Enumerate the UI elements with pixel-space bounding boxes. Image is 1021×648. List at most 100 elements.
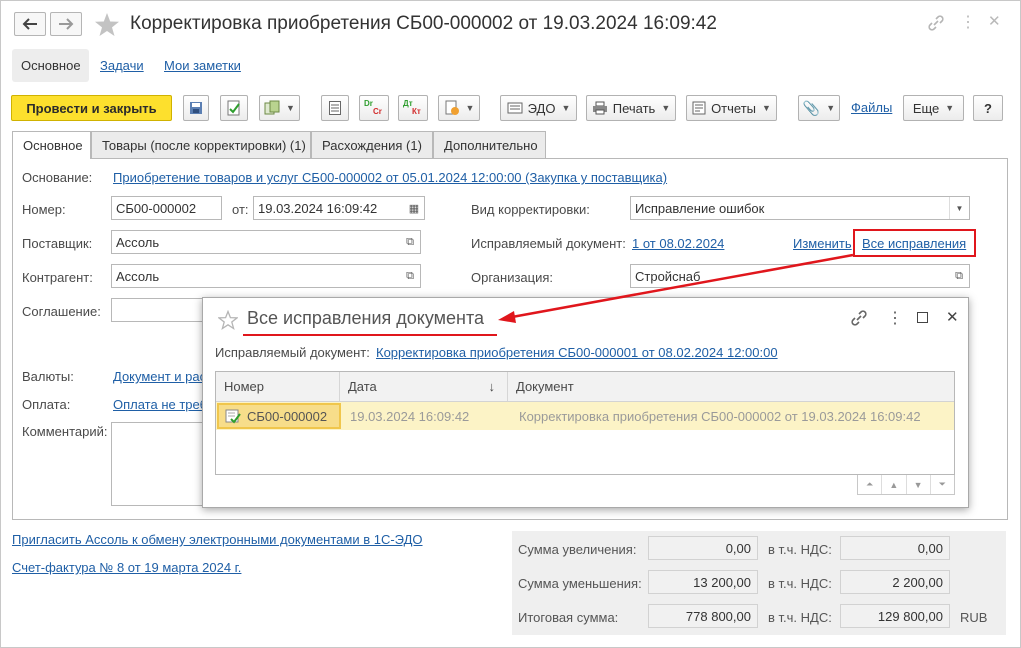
organization-value: Стройснаб (635, 268, 701, 284)
print-label: Печать (612, 100, 656, 116)
currency-label: Валюты: (22, 369, 74, 384)
structure-button[interactable]: ▼ (438, 95, 480, 121)
more-vertical-icon[interactable]: ⋮ (960, 12, 976, 32)
paperclip-icon: 📎 (802, 99, 821, 116)
scroll-up-icon[interactable]: ▲ (882, 475, 907, 494)
contractor-label: Контрагент: (22, 270, 93, 285)
currency-link[interactable]: Документ и рас (113, 369, 206, 384)
maximize-icon[interactable] (917, 312, 928, 323)
report-icon (692, 101, 706, 115)
contractor-field[interactable]: Ассоль ⧉ (111, 264, 421, 288)
scroll-bottom-icon[interactable]: ⏷ (931, 475, 954, 494)
forward-button[interactable] (50, 12, 82, 36)
column-date[interactable]: Дата ↓ (340, 372, 508, 401)
supplier-value: Ассоль (116, 234, 160, 250)
payment-link[interactable]: Оплата не треб (113, 397, 207, 412)
number-label: Номер: (22, 202, 66, 217)
scroll-down-icon[interactable]: ▼ (907, 475, 931, 494)
post-button[interactable] (220, 95, 248, 121)
comment-field[interactable] (111, 422, 211, 506)
invite-edo-link[interactable]: Пригласить Ассоль к обмену электронными … (12, 532, 423, 547)
tab-goods[interactable]: Товары (после корректировки) (1) (91, 131, 311, 158)
total-label: Итоговая сумма: (518, 610, 619, 625)
organization-field[interactable]: Стройснаб ⧉ (630, 264, 970, 288)
posted-document-icon (225, 409, 241, 424)
correction-type-select[interactable]: Исправление ошибок ▼ (630, 196, 970, 220)
printer-icon (592, 101, 607, 115)
favorite-star-icon[interactable] (94, 12, 120, 38)
corrections-table: Номер Дата ↓ Документ СБ00-000002 19.03.… (215, 371, 955, 475)
journal-button[interactable] (321, 95, 349, 121)
create-based-on-button[interactable]: ▼ (259, 95, 300, 121)
chevron-down-icon[interactable]: ▼ (949, 197, 969, 219)
edo-button[interactable]: ЭДО ▼ (500, 95, 577, 121)
agreement-label: Соглашение: (22, 304, 101, 319)
comment-label: Комментарий: (22, 424, 108, 439)
dr-glyph: Dr (364, 99, 373, 108)
correction-type-value: Исправление ошибок (635, 200, 765, 216)
reports-button[interactable]: Отчеты ▼ (686, 95, 777, 121)
change-link[interactable]: Изменить (793, 236, 852, 251)
section-notes[interactable]: Мои заметки (164, 58, 241, 73)
arrow-left-icon (22, 18, 37, 30)
document-structure-icon (445, 100, 459, 115)
invoice-link[interactable]: Счет-фактура № 8 от 19 марта 2024 г. (12, 560, 241, 575)
supplier-field[interactable]: Ассоль ⧉ (111, 230, 421, 254)
chevron-down-icon: ▼ (561, 103, 571, 113)
tab-additional[interactable]: Дополнительно (433, 131, 546, 158)
popup-doc-label: Исправляемый документ: (215, 345, 370, 360)
increase-vat-label: в т.ч. НДС: (768, 542, 832, 557)
tab-discrepancies[interactable]: Расхождения (1) (311, 131, 433, 158)
attach-button[interactable]: 📎 ▼ (798, 95, 840, 121)
agreement-field[interactable] (111, 298, 211, 322)
close-icon[interactable]: ✕ (946, 308, 959, 326)
print-button[interactable]: Печать ▼ (586, 95, 676, 121)
post-and-close-button[interactable]: Провести и закрыть (11, 95, 172, 121)
basis-label: Основание: (22, 170, 93, 185)
link-icon[interactable] (927, 14, 945, 32)
save-button[interactable] (183, 95, 209, 121)
total-vat-value: 129 800,00 (840, 604, 950, 628)
currency-code: RUB (960, 610, 988, 625)
section-tasks[interactable]: Задачи (100, 58, 144, 73)
row-number-cell[interactable]: СБ00-000002 (217, 403, 341, 429)
edo-icon (507, 102, 523, 114)
all-corrections-link[interactable]: Все исправления (862, 236, 966, 251)
open-icon[interactable]: ⧉ (949, 265, 969, 287)
open-icon[interactable]: ⧉ (400, 231, 420, 253)
total-value: 778 800,00 (648, 604, 758, 628)
table-row[interactable]: СБ00-000002 19.03.2024 16:09:42 Корректи… (216, 402, 954, 430)
close-icon[interactable]: ✕ (988, 12, 1001, 30)
column-number[interactable]: Номер (216, 372, 340, 401)
dt-kt-button[interactable]: Дт Кт (398, 95, 428, 121)
corrected-doc-link[interactable]: 1 от 08.02.2024 (632, 236, 724, 251)
increase-label: Сумма увеличения: (518, 542, 637, 557)
basis-link[interactable]: Приобретение товаров и услуг СБ00-000002… (113, 170, 667, 185)
decrease-label: Сумма уменьшения: (518, 576, 642, 591)
favorite-star-icon[interactable] (218, 310, 238, 330)
post-document-icon (227, 100, 240, 116)
more-vertical-icon[interactable]: ⋮ (887, 308, 903, 328)
more-button[interactable]: Еще ▼ (903, 95, 964, 121)
number-field[interactable]: СБ00-000002 (111, 196, 222, 220)
calendar-icon[interactable]: ▦ (404, 197, 424, 219)
date-field[interactable]: 19.03.2024 16:09:42 ▦ (253, 196, 425, 220)
more-label: Еще (912, 100, 940, 116)
column-document[interactable]: Документ (508, 379, 954, 394)
edo-label: ЭДО (527, 100, 556, 116)
chevron-down-icon: ▼ (762, 103, 771, 113)
dr-cr-button[interactable]: Dr Cr (359, 95, 389, 121)
link-icon[interactable] (850, 309, 868, 327)
popup-doc-link[interactable]: Корректировка приобретения СБ00-000001 о… (376, 345, 778, 360)
section-main[interactable]: Основное (21, 58, 81, 73)
open-icon[interactable]: ⧉ (400, 265, 420, 287)
total-vat-label: в т.ч. НДС: (768, 610, 832, 625)
help-button[interactable]: ? (973, 95, 1003, 121)
list-icon (329, 101, 341, 115)
tab-main[interactable]: Основное (12, 131, 91, 159)
files-link[interactable]: Файлы (851, 100, 892, 115)
back-button[interactable] (14, 12, 46, 36)
arrow-right-icon (59, 18, 74, 30)
correction-type-label: Вид корректировки: (471, 202, 590, 217)
scroll-top-icon[interactable]: ⏶ (858, 475, 883, 494)
